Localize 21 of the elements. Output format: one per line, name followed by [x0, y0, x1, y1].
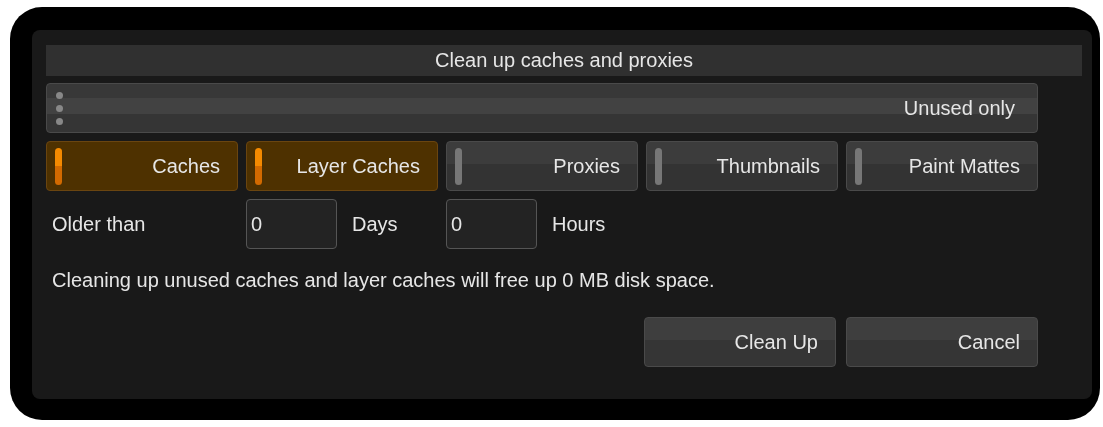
dialog-title: Clean up caches and proxies [46, 45, 1082, 76]
toggle-indicator-icon [655, 147, 662, 185]
grip-icon [56, 91, 63, 125]
info-message: Cleaning up unused caches and layer caches will free up 0 MB disk space. [52, 268, 716, 293]
unit-label: Days [351, 212, 399, 236]
toggle-indicator-icon [255, 147, 262, 185]
toggle-button[interactable]: Layer Caches [246, 141, 438, 191]
toggle-indicator-icon [55, 147, 62, 185]
toggle-indicator-icon [855, 147, 862, 185]
mode-dropdown[interactable]: Unused only [46, 83, 1038, 133]
number-field[interactable]: 0 [246, 199, 337, 249]
field-label: Older than [52, 212, 147, 236]
toggle-button[interactable]: Proxies [446, 141, 638, 191]
toggle-button[interactable]: Thumbnails [646, 141, 838, 191]
dialog-button[interactable]: Cancel [846, 317, 1038, 367]
dialog-button[interactable]: Clean Up [644, 317, 836, 367]
number-field[interactable]: 0 [446, 199, 537, 249]
toggle-button[interactable]: Paint Mattes [846, 141, 1038, 191]
toggle-button[interactable]: Caches [46, 141, 238, 191]
unit-label: Hours [551, 212, 607, 236]
toggle-indicator-icon [455, 147, 462, 185]
